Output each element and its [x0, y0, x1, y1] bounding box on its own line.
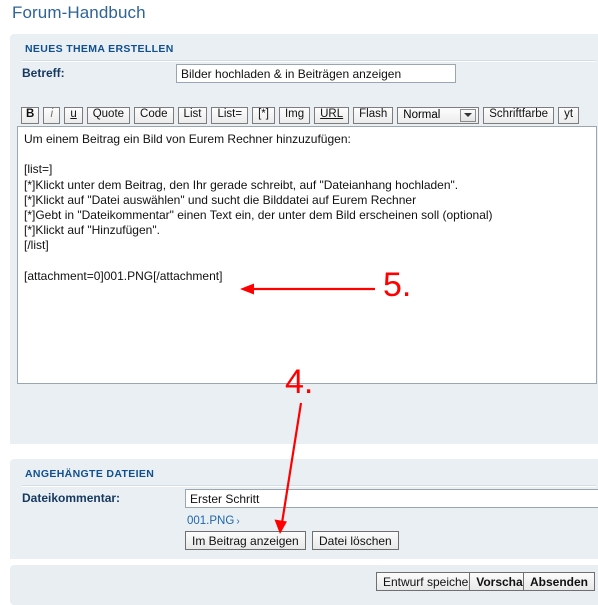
- new-topic-panel-header: NEUES THEMA ERSTELLEN: [25, 43, 174, 55]
- image-button[interactable]: Img: [278, 106, 311, 124]
- url-button[interactable]: URL: [314, 106, 350, 124]
- quote-button[interactable]: Quote: [86, 106, 131, 124]
- bbcode-toolbar: B i u Quote Code List List= [*] Img URL …: [21, 106, 580, 124]
- file-comment-input[interactable]: [185, 489, 598, 508]
- list-button[interactable]: List: [177, 106, 208, 124]
- file-comment-label: Dateikommentar:: [22, 491, 121, 505]
- font-size-select-value: Normal: [403, 109, 441, 121]
- attachment-file-link[interactable]: 001.PNG ›: [187, 515, 240, 527]
- submit-button[interactable]: Absenden: [522, 572, 595, 591]
- panel-divider: [22, 60, 596, 62]
- page-title: Forum-Handbuch: [12, 3, 146, 22]
- bold-button[interactable]: B: [21, 106, 40, 124]
- list-item-button[interactable]: [*]: [252, 106, 275, 124]
- font-size-select[interactable]: Normal: [397, 106, 480, 124]
- annotation-step-5: 5.: [383, 266, 412, 304]
- youtube-button[interactable]: yt: [558, 106, 580, 124]
- ordered-list-button[interactable]: List=: [211, 106, 249, 124]
- annotation-step-4: 4.: [285, 363, 314, 401]
- panel-divider: [22, 485, 596, 487]
- attached-files-panel-header: ANGEHÄNGTE DATEIEN: [25, 468, 155, 480]
- chevron-down-icon[interactable]: [460, 108, 477, 122]
- attachment-filename: 001.PNG: [187, 515, 235, 527]
- subject-label: Betreff:: [22, 66, 65, 80]
- chevron-right-icon: ›: [236, 516, 240, 527]
- underline-button[interactable]: u: [64, 106, 83, 124]
- italic-button[interactable]: i: [43, 106, 61, 124]
- subject-input[interactable]: [176, 64, 456, 83]
- delete-file-button[interactable]: Datei löschen: [312, 531, 399, 550]
- font-color-button[interactable]: Schriftfarbe: [483, 106, 555, 124]
- code-button[interactable]: Code: [134, 106, 174, 124]
- show-in-post-button[interactable]: Im Beitrag anzeigen: [185, 531, 306, 550]
- flash-button[interactable]: Flash: [353, 106, 394, 124]
- message-textarea[interactable]: [17, 126, 597, 384]
